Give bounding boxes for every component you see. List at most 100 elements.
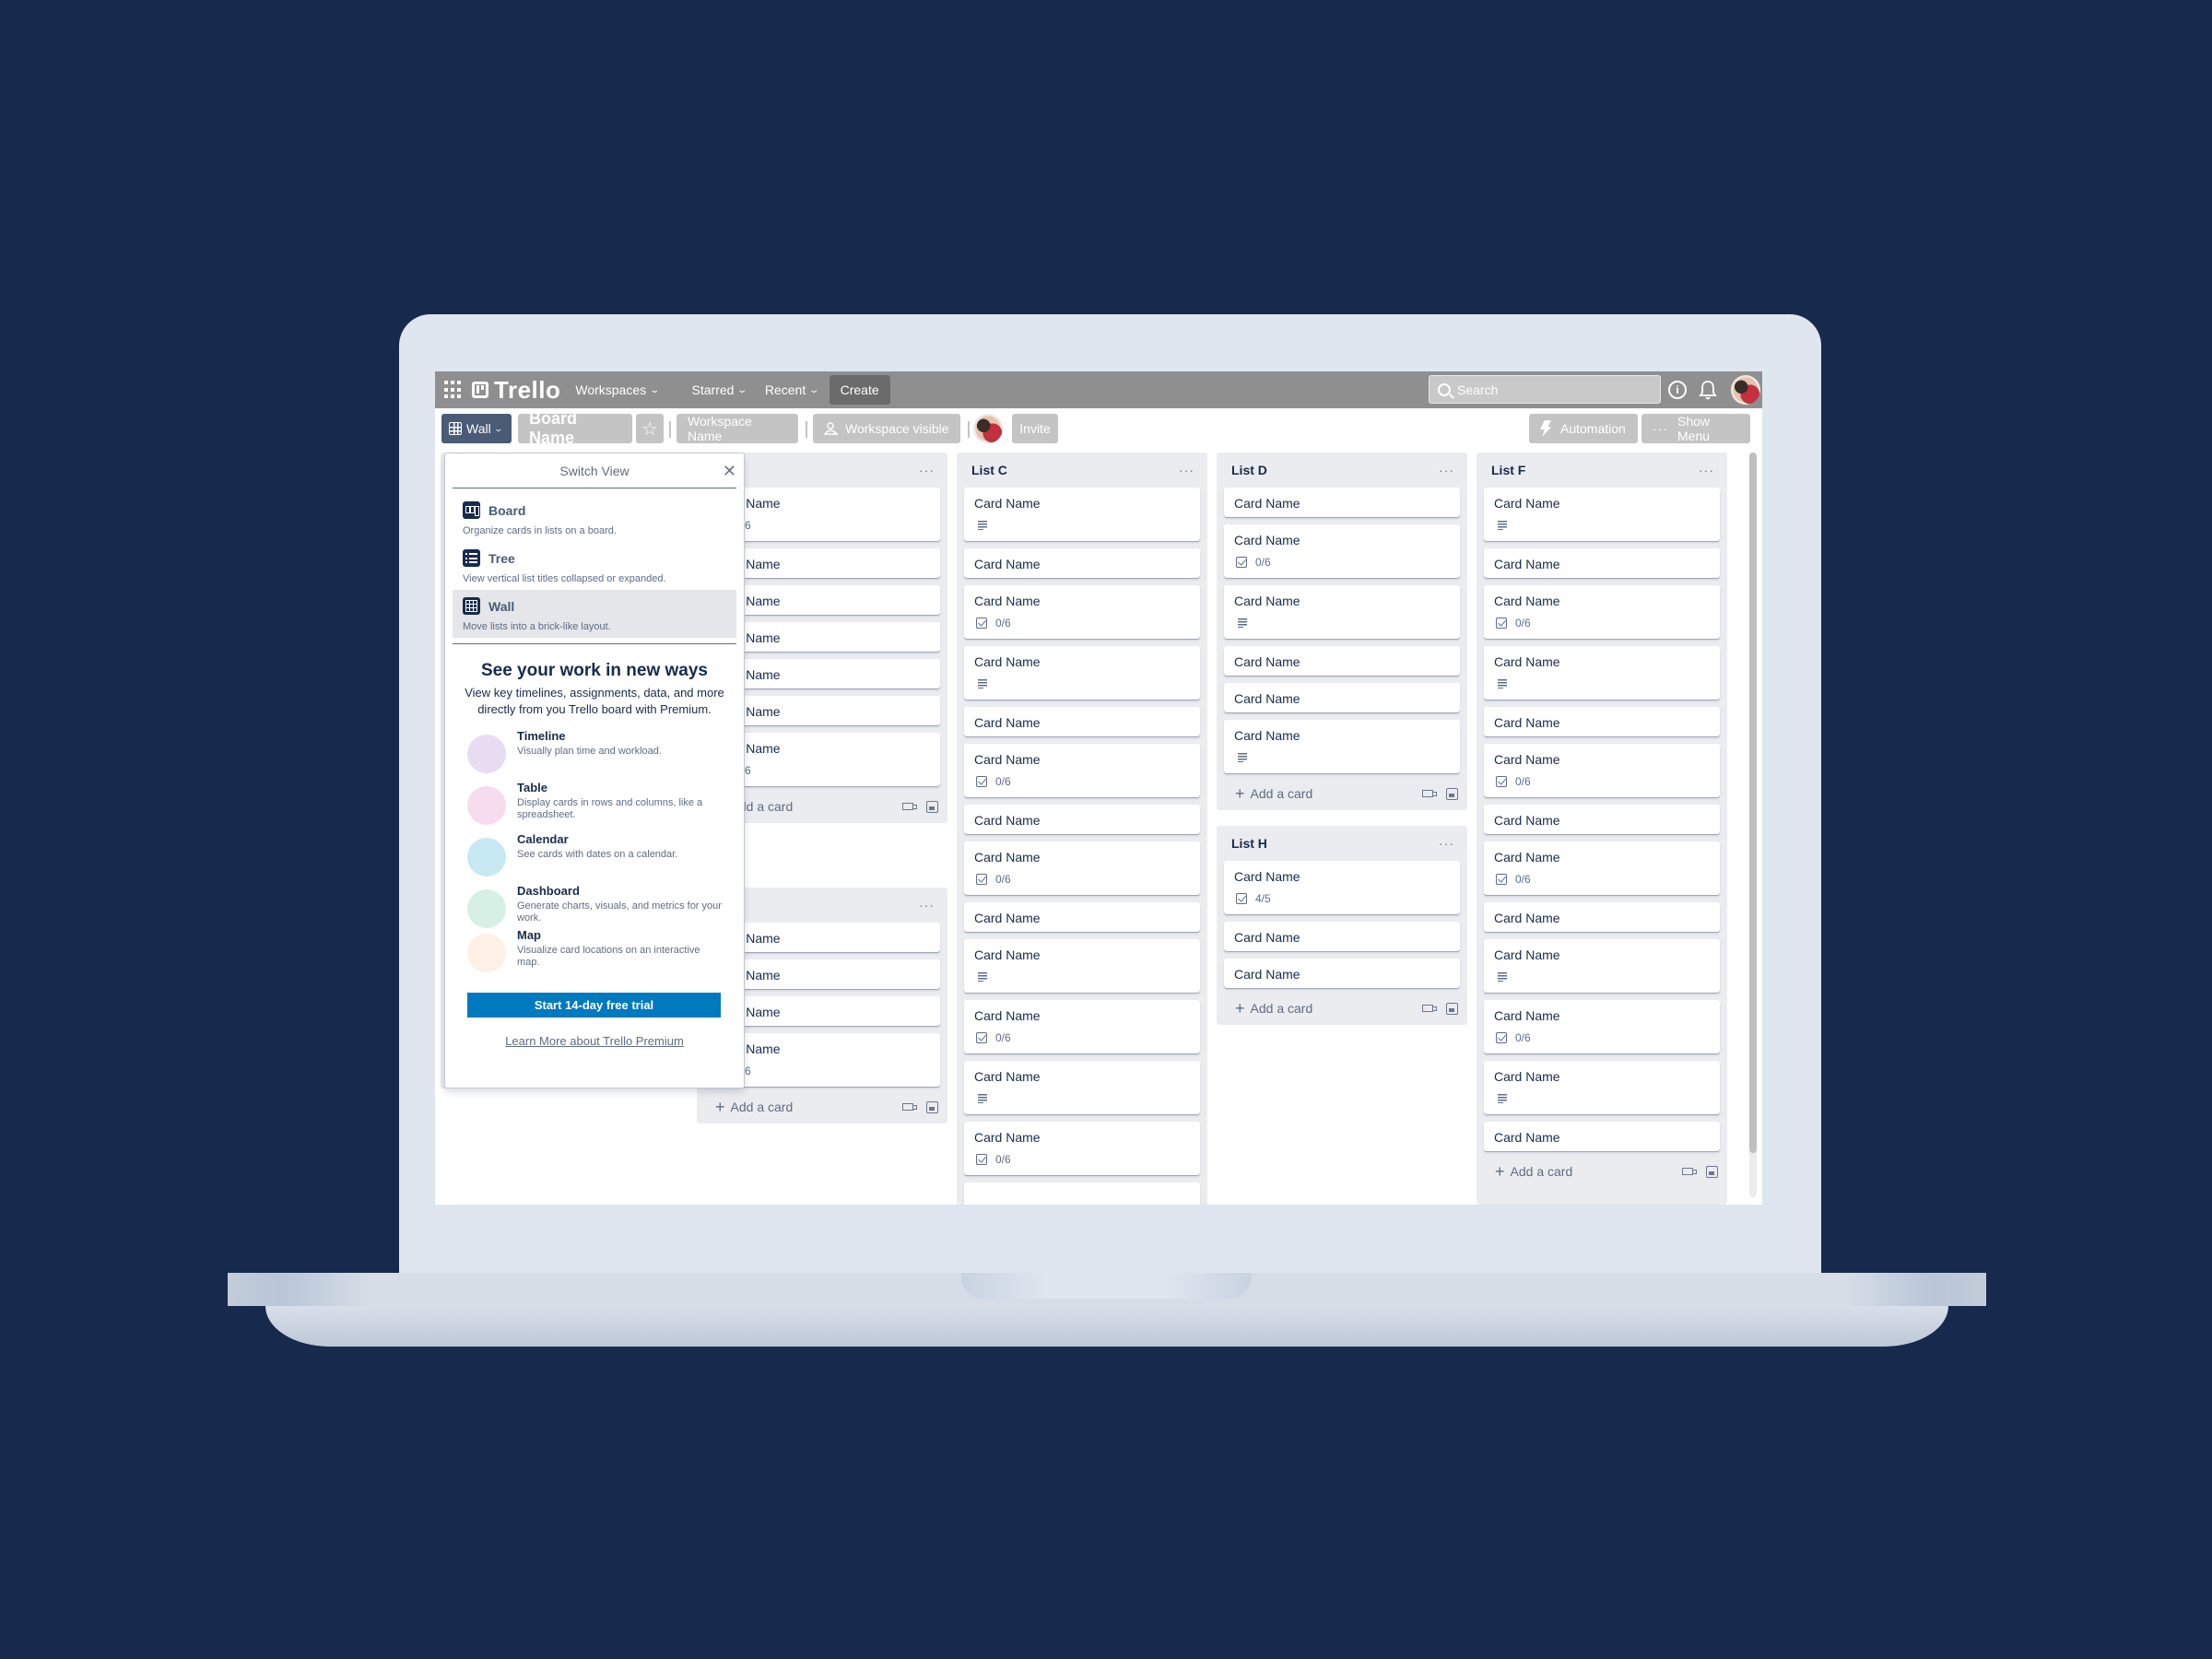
card[interactable]: Card Name (1224, 585, 1460, 639)
list-title[interactable]: List H (1231, 836, 1267, 851)
card[interactable]: Card Name (964, 488, 1200, 541)
card[interactable]: Card Name (964, 548, 1200, 578)
workspace-name-button[interactable]: Workspace Name (677, 414, 798, 443)
board-scrollbar[interactable] (1749, 453, 1757, 1197)
starred-menu[interactable]: Starred ⌄ (685, 375, 754, 405)
screen: Trello Workspaces ⌄ Starred ⌄ Recent ⌄ Crea… (435, 371, 1762, 1205)
video-icon[interactable] (902, 1103, 917, 1111)
card[interactable]: Card Name (964, 1061, 1200, 1114)
card[interactable]: Card Name (1484, 939, 1720, 993)
checklist-icon (976, 1154, 987, 1165)
visibility-button[interactable]: Workspace visible (813, 414, 960, 443)
card[interactable]: Card Name (1484, 548, 1720, 578)
popup-title: Switch View (559, 464, 629, 478)
add-card-button[interactable]: Add a card (1511, 1164, 1682, 1179)
video-icon[interactable] (1422, 790, 1437, 797)
card[interactable]: Card Name 0/6 (964, 841, 1200, 895)
card[interactable]: Card Name (1484, 1122, 1720, 1151)
star-icon[interactable]: ☆ (636, 414, 664, 443)
add-card-button[interactable]: Add a card (1251, 1001, 1422, 1016)
member-avatar[interactable] (973, 414, 1003, 443)
card[interactable]: Card Name 0/6 (1484, 841, 1720, 895)
learn-more-link[interactable]: Learn More about Trello Premium (445, 1034, 744, 1048)
card-template-icon[interactable] (926, 1100, 938, 1113)
create-button[interactable]: Create (829, 375, 890, 405)
invite-button[interactable]: Invite (1012, 414, 1058, 443)
card[interactable]: Card Name 0/6 (1484, 1000, 1720, 1053)
card[interactable]: Card Name 0/6 (964, 1000, 1200, 1053)
chevron-down-icon: ⌄ (649, 384, 661, 395)
card[interactable]: Card Name (1484, 646, 1720, 700)
search-input[interactable]: Search (1429, 375, 1661, 404)
video-icon[interactable] (902, 803, 917, 810)
card-title: Card Name (714, 741, 781, 756)
card[interactable]: Card Name (1484, 488, 1720, 541)
card[interactable]: Card Name 0/6 (1484, 585, 1720, 639)
card[interactable]: Card Name (1224, 683, 1460, 712)
recent-menu[interactable]: Recent ⌄ (758, 375, 826, 405)
card[interactable]: Card Name (1484, 707, 1720, 736)
card[interactable]: Card Name (964, 707, 1200, 736)
card[interactable]: Card Name 0/6 (964, 744, 1200, 797)
card-template-icon[interactable] (1706, 1165, 1718, 1178)
card[interactable]: Card Name (1484, 1061, 1720, 1114)
switch-view-button[interactable]: Wall ⌄ (441, 414, 512, 443)
add-card-button[interactable]: Add a card (731, 799, 902, 814)
list-menu-icon[interactable]: ··· (919, 898, 935, 912)
view-option-wall[interactable]: Wall Move lists into a brick-like layout… (453, 590, 736, 638)
card[interactable]: Card Name (1224, 646, 1460, 676)
bell-icon[interactable] (1698, 379, 1718, 401)
card[interactable]: Card Name (964, 646, 1200, 700)
list-menu-icon[interactable]: ··· (1699, 463, 1714, 477)
list-menu-icon[interactable]: ··· (1179, 463, 1194, 477)
card-template-icon[interactable] (1446, 1002, 1458, 1015)
video-icon[interactable] (1682, 1168, 1697, 1175)
card[interactable]: Card Name (964, 902, 1200, 932)
card-title: Card Name (1234, 930, 1300, 945)
list-menu-icon[interactable]: ··· (1439, 463, 1454, 477)
board-name[interactable]: Board Name (518, 409, 632, 447)
card-template-icon[interactable] (1446, 787, 1458, 800)
list-title[interactable]: List D (1231, 463, 1267, 477)
card[interactable]: Card Name (1224, 488, 1460, 517)
card[interactable]: Card Name 0/6 (964, 585, 1200, 639)
automation-button[interactable]: Automation (1529, 414, 1638, 443)
view-option-board[interactable]: Board Organize cards in lists on a board… (453, 494, 736, 542)
description-icon (978, 1094, 987, 1103)
card[interactable]: Card Name (1224, 720, 1460, 773)
card[interactable]: Card Name (1224, 959, 1460, 988)
list-title[interactable]: List C (971, 463, 1007, 477)
close-icon[interactable]: ✕ (723, 453, 736, 488)
card-title: Card Name (974, 715, 1041, 730)
user-avatar[interactable] (1731, 375, 1760, 405)
show-menu-button[interactable]: ··· Show Menu (1641, 414, 1750, 443)
list-title[interactable]: List F (1491, 463, 1525, 477)
card[interactable]: Card Name (964, 805, 1200, 834)
scrollbar-thumb[interactable] (1749, 453, 1757, 1153)
card[interactable]: Card Name (1484, 902, 1720, 932)
card-title: Card Name (714, 557, 781, 571)
apps-grid-icon[interactable] (444, 381, 463, 399)
list-menu-icon[interactable]: ··· (919, 463, 935, 477)
info-icon[interactable]: i (1668, 381, 1687, 399)
trello-logo[interactable]: Trello (472, 376, 560, 405)
card[interactable]: Card Name (1224, 922, 1460, 951)
card[interactable]: Card Name (1484, 805, 1720, 834)
add-card-button[interactable]: Add a card (1251, 786, 1422, 801)
list-menu-icon[interactable]: ··· (1439, 836, 1454, 851)
workspaces-menu[interactable]: Workspaces ⌄ (568, 375, 665, 405)
card[interactable]: Card Name 0/6 (1484, 744, 1720, 797)
card[interactable]: Card Name 0/6 (964, 1122, 1200, 1175)
view-option-tree[interactable]: Tree View vertical list titles collapsed… (453, 542, 736, 590)
card-template-icon[interactable] (926, 800, 938, 813)
add-card-button[interactable]: Add a card (731, 1100, 902, 1114)
checklist-icon (976, 618, 987, 629)
video-icon[interactable] (1422, 1005, 1437, 1012)
card[interactable]: Card Name 4/5 (1224, 861, 1460, 914)
card[interactable]: Card Name (964, 939, 1200, 993)
start-trial-button[interactable]: Start 14-day free trial (467, 993, 721, 1018)
card[interactable]: Card Name 0/6 (1224, 524, 1460, 578)
description-badge (974, 674, 1190, 694)
checklist-icon (1236, 893, 1247, 904)
card[interactable] (964, 1182, 1200, 1205)
